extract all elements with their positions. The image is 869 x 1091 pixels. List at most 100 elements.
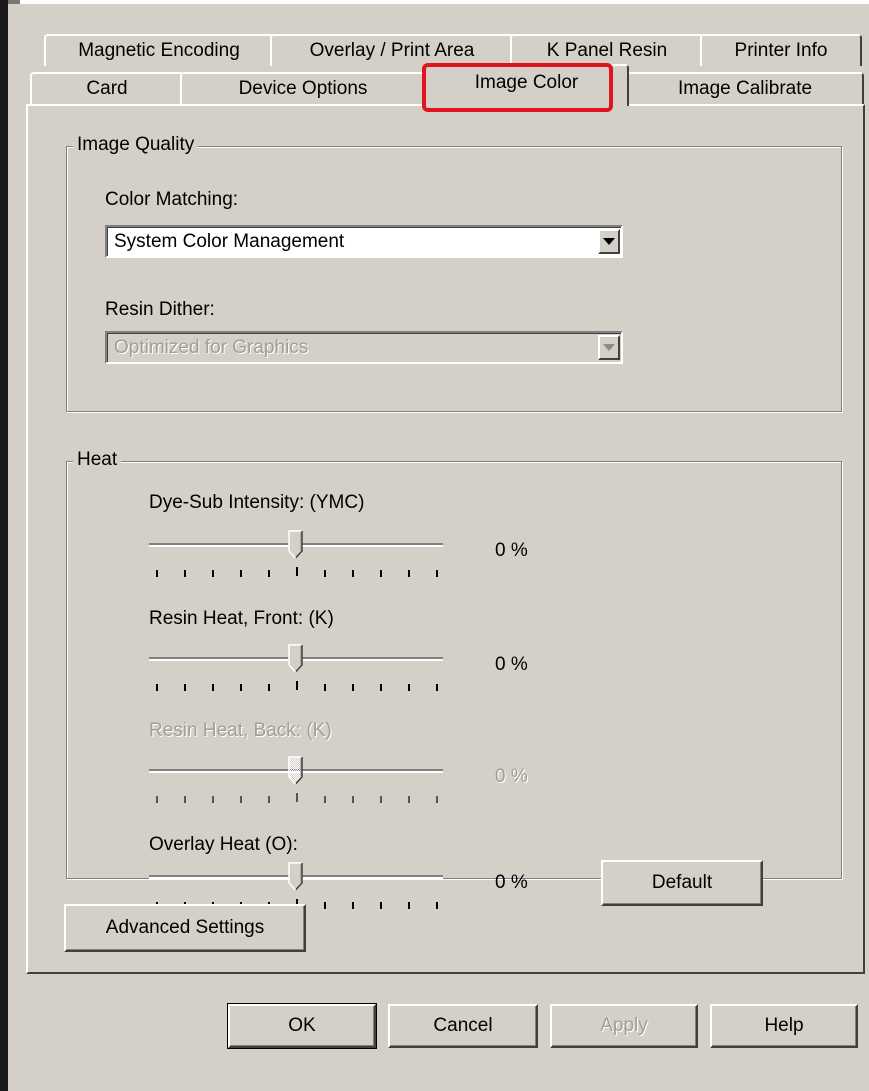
slider-tick [296, 681, 298, 690]
slider-tick [324, 570, 326, 577]
ok-label: OK [288, 1015, 316, 1036]
tab-label: Device Options [238, 78, 368, 99]
tab-panel: Image Quality Color Matching: System Col… [26, 104, 865, 974]
slider-ticks [156, 567, 438, 579]
slider-tick [212, 796, 214, 803]
chevron-down-icon [603, 238, 615, 245]
tab-k-panel-resin[interactable]: K Panel Resin [510, 34, 704, 66]
heat-group: Heat Dye-Sub Intensity: (YMC) 0 % Resin … [66, 449, 842, 909]
default-button-label: Default [651, 872, 713, 893]
slider-tick [184, 684, 186, 691]
slider-tick [324, 902, 326, 909]
chevron-down-icon [603, 344, 615, 351]
dye-sub-intensity-slider[interactable] [149, 530, 449, 580]
slider-tick [408, 796, 410, 803]
color-matching-value: System Color Management [114, 231, 345, 252]
tab-card[interactable]: Card [30, 72, 184, 104]
slider-tick [408, 684, 410, 691]
slider-tick [296, 567, 298, 576]
tab-image-calibrate[interactable]: Image Calibrate [626, 72, 864, 104]
ok-button[interactable]: OK [227, 1003, 377, 1049]
slider-tick [296, 793, 298, 802]
resin-heat-front-slider[interactable] [149, 644, 449, 694]
help-button[interactable]: Help [710, 1004, 858, 1048]
window-top-edge [0, 0, 869, 4]
slider-thumb[interactable] [288, 644, 304, 674]
color-matching-select[interactable]: System Color Management [105, 225, 623, 258]
slider-thumb [288, 756, 304, 786]
tab-printer-info[interactable]: Printer Info [700, 34, 862, 66]
resin-dither-select: Optimized for Graphics [105, 331, 623, 364]
slider-tick [436, 796, 438, 803]
slider-tick [212, 684, 214, 691]
heat-title: Heat [73, 449, 122, 471]
slider-tick [156, 796, 158, 803]
tab-label: Overlay / Print Area [309, 40, 475, 61]
slider-tick [352, 902, 354, 909]
tab-label: Image Calibrate [677, 78, 813, 99]
slider-tick [380, 796, 382, 803]
image-quality-group: Image Quality Color Matching: System Col… [66, 134, 842, 412]
slider-thumb[interactable] [288, 530, 304, 560]
slider-tick [324, 684, 326, 691]
slider-tick [240, 570, 242, 577]
tab-magnetic-encoding[interactable]: Magnetic Encoding [44, 34, 274, 66]
slider-tick [352, 796, 354, 803]
tab-overlay-print-area[interactable]: Overlay / Print Area [270, 34, 514, 66]
slider-tick [156, 684, 158, 691]
cancel-button[interactable]: Cancel [388, 1004, 538, 1048]
resin-dither-value: Optimized for Graphics [114, 337, 309, 358]
slider-tick [352, 570, 354, 577]
tab-label: Printer Info [734, 40, 828, 61]
slider-tick [212, 570, 214, 577]
slider-tick [184, 570, 186, 577]
color-matching-label: Color Matching: [105, 189, 239, 210]
tab-label: Card [86, 78, 128, 99]
slider-thumb[interactable] [288, 862, 304, 892]
slider-tick [240, 796, 242, 803]
overlay-heat-label: Overlay Heat (O): [149, 834, 298, 855]
slider-tick [408, 570, 410, 577]
image-quality-title: Image Quality [73, 134, 199, 156]
apply-label: Apply [600, 1015, 648, 1036]
slider-tick [184, 796, 186, 803]
slider-ticks [156, 793, 438, 805]
selected-tab-highlight [422, 63, 613, 112]
resin-heat-back-value: 0 % [495, 766, 528, 787]
tab-label: K Panel Resin [546, 40, 668, 61]
slider-tick [268, 570, 270, 577]
dye-sub-intensity-value: 0 % [495, 540, 528, 561]
slider-tick [380, 570, 382, 577]
overlay-heat-value: 0 % [495, 872, 528, 893]
combo-inner: Optimized for Graphics [107, 333, 621, 362]
tab-device-options[interactable]: Device Options [180, 72, 426, 104]
help-label: Help [764, 1015, 804, 1036]
slider-tick [268, 684, 270, 691]
slider-tick [408, 902, 410, 909]
resin-heat-front-label: Resin Heat, Front: (K) [149, 608, 334, 629]
resin-heat-front-value: 0 % [495, 654, 528, 675]
resin-heat-back-slider [149, 756, 449, 806]
cancel-label: Cancel [433, 1015, 493, 1036]
window-left-edge [0, 0, 8, 1091]
slider-tick [156, 570, 158, 577]
slider-tick [240, 684, 242, 691]
combo-inner: System Color Management [107, 227, 621, 256]
window-corner [8, 0, 20, 4]
slider-tick [324, 796, 326, 803]
slider-tick [352, 684, 354, 691]
resin-dither-label: Resin Dither: [105, 299, 215, 320]
default-button[interactable]: Default [601, 860, 763, 906]
slider-tick [380, 684, 382, 691]
slider-ticks [156, 681, 438, 693]
advanced-settings-label: Advanced Settings [105, 917, 265, 938]
tab-label: Magnetic Encoding [78, 40, 240, 61]
slider-tick [436, 684, 438, 691]
apply-button: Apply [550, 1004, 698, 1048]
dye-sub-intensity-label: Dye-Sub Intensity: (YMC) [149, 492, 365, 513]
slider-tick [380, 902, 382, 909]
slider-tick [436, 902, 438, 909]
slider-tick [436, 570, 438, 577]
color-matching-dropdown-button[interactable] [598, 229, 620, 254]
advanced-settings-button[interactable]: Advanced Settings [64, 904, 306, 952]
